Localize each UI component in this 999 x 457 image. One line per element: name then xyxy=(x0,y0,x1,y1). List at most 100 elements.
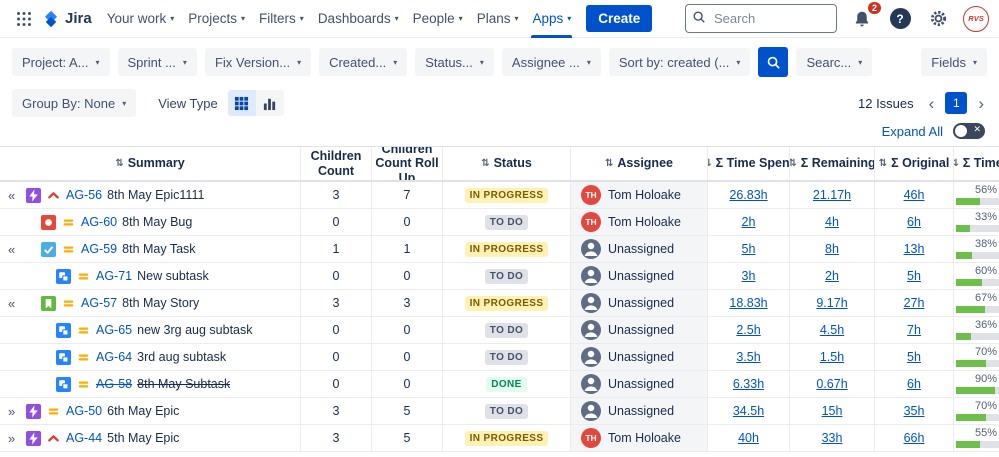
time-original-link[interactable]: 5h xyxy=(907,269,921,283)
time-original-link[interactable]: 27h xyxy=(904,296,925,310)
column-header-remaining[interactable]: ⇅ Σ Remaining xyxy=(789,147,874,180)
table-row[interactable]: AG-65 new 3rg aug subtask 0 0 TO DO Unas… xyxy=(0,317,999,344)
app-switcher-icon[interactable] xyxy=(10,5,38,33)
table-row[interactable]: « AG-59 8th May Task 1 1 IN PROGRESS xyxy=(0,236,999,263)
time-original-link[interactable]: 66h xyxy=(904,431,925,445)
expand-collapse-icon[interactable]: « xyxy=(8,242,15,257)
column-header-summary[interactable]: ⇅ Summary xyxy=(0,147,300,180)
issue-key-link[interactable]: AG-50 xyxy=(66,404,102,418)
expand-collapse-icon[interactable]: » xyxy=(8,404,15,419)
search-input[interactable] xyxy=(685,4,837,33)
notifications-button[interactable]: 2 xyxy=(849,6,875,32)
apply-search-button[interactable] xyxy=(758,47,788,77)
issue-key-link[interactable]: AG-60 xyxy=(81,215,117,229)
expand-all-toggle[interactable]: ✕ xyxy=(953,123,985,139)
table-row[interactable]: » AG-50 6th May Epic 3 5 TO DO xyxy=(0,398,999,425)
table-row[interactable]: » AG-44 5th May Epic 3 5 IN PROGRESS TH xyxy=(0,425,999,452)
summary-cell: » AG-50 6th May Epic xyxy=(0,398,300,424)
filter-dropdown-button[interactable]: Status... ▾ xyxy=(415,48,494,76)
time-spent-link[interactable]: 26.83h xyxy=(729,188,767,202)
issue-key-link[interactable]: AG-64 xyxy=(96,350,132,364)
time-original-link[interactable]: 46h xyxy=(904,188,925,202)
expand-collapse-icon[interactable]: » xyxy=(8,431,15,446)
table-row[interactable]: AG-58 8th May Subtask 0 0 DONE Unassigne… xyxy=(0,371,999,398)
fields-button[interactable]: Fields ▾ xyxy=(921,48,987,76)
nav-item-projects[interactable]: Projects ▾ xyxy=(181,0,252,38)
time-spent-link[interactable]: 3.5h xyxy=(736,350,760,364)
text-search-filter-button[interactable]: Searc... ▾ xyxy=(796,48,872,76)
issue-type-icon xyxy=(56,377,71,392)
prev-page-button[interactable]: ‹ xyxy=(926,95,938,112)
column-header-children-count-rollup[interactable]: Children Count Roll Up xyxy=(371,147,442,180)
issue-key-link[interactable]: AG-57 xyxy=(81,296,117,310)
column-header-time-spent[interactable]: ⇅ Σ Time Spent xyxy=(707,147,789,180)
time-spent-link[interactable]: 40h xyxy=(738,431,759,445)
time-original-link[interactable]: 6h xyxy=(907,377,921,391)
time-spent-link[interactable]: 34.5h xyxy=(733,404,764,418)
nav-item-dashboards[interactable]: Dashboards ▾ xyxy=(311,0,406,38)
expand-collapse-icon[interactable]: « xyxy=(8,296,15,311)
grid-view-button[interactable] xyxy=(228,90,256,116)
table-row[interactable]: AG-64 3rd aug subtask 0 0 TO DO Unassign… xyxy=(0,344,999,371)
column-header-time-percent[interactable]: ⇅ Σ Time xyxy=(953,147,999,180)
issue-key-link[interactable]: AG-56 xyxy=(66,188,102,202)
group-by-dropdown[interactable]: Group By: None ▾ xyxy=(12,89,136,117)
time-spent-link[interactable]: 18.83h xyxy=(729,296,767,310)
table-row[interactable]: AG-71 New subtask 0 0 TO DO Unassigned 3… xyxy=(0,263,999,290)
column-header-assignee[interactable]: ⇅ Assignee xyxy=(570,147,707,180)
nav-item-your-work[interactable]: Your work ▾ xyxy=(100,0,182,38)
jira-logo[interactable]: Jira xyxy=(38,10,100,28)
chart-view-button[interactable] xyxy=(256,90,284,116)
filter-dropdown-button[interactable]: Created... ▾ xyxy=(319,48,407,76)
nav-item-people[interactable]: People ▾ xyxy=(406,0,470,38)
time-spent-link[interactable]: 6.33h xyxy=(733,377,764,391)
time-remaining-link[interactable]: 2h xyxy=(825,269,839,283)
time-spent-link[interactable]: 2h xyxy=(742,215,756,229)
user-avatar[interactable]: RVS xyxy=(963,6,989,32)
issue-key-link[interactable]: AG-71 xyxy=(96,269,132,283)
issue-key-link[interactable]: AG-58 xyxy=(96,377,132,391)
page-number-button[interactable]: 1 xyxy=(945,92,967,114)
time-remaining-link[interactable]: 4.5h xyxy=(820,323,844,337)
table-row[interactable]: AG-60 8th May Bug 0 0 TO DO TH Tom Holoa… xyxy=(0,209,999,236)
column-header-original[interactable]: ⇅ Σ Original xyxy=(874,147,953,180)
time-remaining-link[interactable]: 8h xyxy=(825,242,839,256)
table-row[interactable]: « AG-56 8th May Epic1111 3 7 IN PROGRESS… xyxy=(0,182,999,209)
column-header-status[interactable]: ⇅ Status xyxy=(442,147,570,180)
expand-all-link[interactable]: Expand All xyxy=(882,124,943,139)
time-remaining-link[interactable]: 1.5h xyxy=(820,350,844,364)
time-remaining-link[interactable]: 33h xyxy=(822,431,843,445)
create-button[interactable]: Create xyxy=(586,5,652,32)
time-original-link[interactable]: 5h xyxy=(907,350,921,364)
time-original-link[interactable]: 35h xyxy=(904,404,925,418)
settings-button[interactable] xyxy=(925,6,951,32)
time-spent-link[interactable]: 5h xyxy=(742,242,756,256)
filter-dropdown-button[interactable]: Project: A... ▾ xyxy=(12,48,110,76)
filter-dropdown-button[interactable]: Sprint ... ▾ xyxy=(118,48,197,76)
filter-dropdown-button[interactable]: Sort by: created (... ▾ xyxy=(609,48,751,76)
time-remaining-link[interactable]: 0.67h xyxy=(816,377,847,391)
time-original-link[interactable]: 7h xyxy=(907,323,921,337)
nav-item-apps[interactable]: Apps ▾ xyxy=(525,0,578,38)
nav-item-plans[interactable]: Plans ▾ xyxy=(470,0,526,38)
issue-key-link[interactable]: AG-59 xyxy=(81,242,117,256)
time-remaining-link[interactable]: 4h xyxy=(825,215,839,229)
time-original-link[interactable]: 6h xyxy=(907,215,921,229)
assignee-name: Unassigned xyxy=(608,350,674,364)
table-row[interactable]: « AG-57 8th May Story 3 3 IN PROGRESS xyxy=(0,290,999,317)
time-remaining-link[interactable]: 9.17h xyxy=(816,296,847,310)
nav-item-filters[interactable]: Filters ▾ xyxy=(252,0,311,38)
time-original-link[interactable]: 13h xyxy=(904,242,925,256)
issue-key-link[interactable]: AG-65 xyxy=(96,323,132,337)
issue-key-link[interactable]: AG-44 xyxy=(66,431,102,445)
time-spent-link[interactable]: 2.5h xyxy=(736,323,760,337)
time-remaining-link[interactable]: 15h xyxy=(822,404,843,418)
next-page-button[interactable]: › xyxy=(975,95,987,112)
filter-dropdown-button[interactable]: Assignee ... ▾ xyxy=(502,48,601,76)
column-header-children-count[interactable]: Children Count xyxy=(300,147,371,180)
filter-dropdown-button[interactable]: Fix Version... ▾ xyxy=(205,48,311,76)
time-spent-link[interactable]: 3h xyxy=(742,269,756,283)
help-button[interactable]: ? xyxy=(887,6,913,32)
expand-collapse-icon[interactable]: « xyxy=(8,188,15,203)
time-remaining-link[interactable]: 21.17h xyxy=(813,188,851,202)
